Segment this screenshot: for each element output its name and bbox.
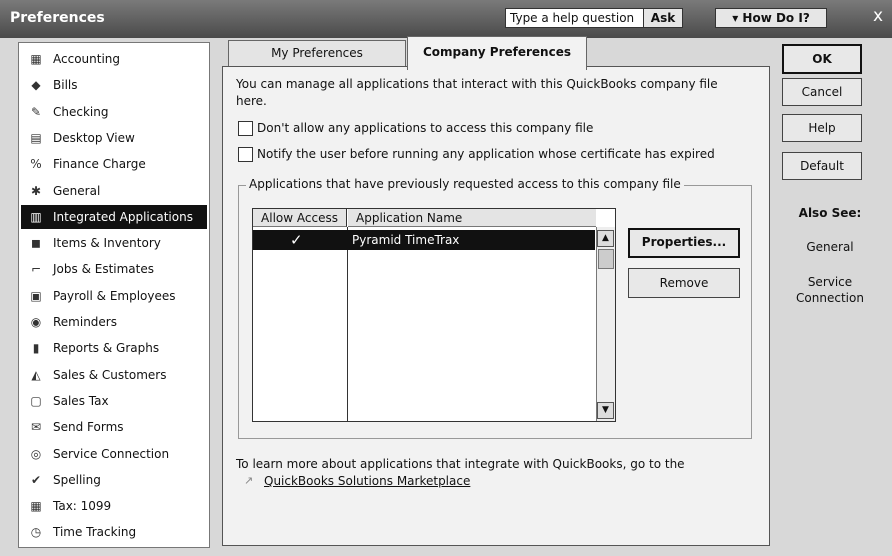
tab-company-preferences[interactable]: Company Preferences: [407, 36, 587, 70]
sales-tax-icon: ▢: [30, 393, 42, 408]
integrated-applications-icon: ▥: [30, 209, 42, 224]
intro-text-line2: here.: [236, 94, 267, 108]
sidebar-item-label: Tax: 1099: [53, 499, 112, 514]
sidebar-item-checking[interactable]: ✎ Checking: [21, 100, 207, 124]
column-header-allow-access[interactable]: Allow Access: [253, 209, 347, 227]
scroll-up-icon[interactable]: ▲: [597, 230, 614, 247]
sidebar-item-label: Checking: [53, 104, 109, 119]
sidebar-item-tax-1099[interactable]: ▦ Tax: 1099: [21, 494, 207, 518]
intro-text-line1: You can manage all applications that int…: [236, 77, 718, 91]
finance-charge-icon: %: [30, 157, 42, 172]
column-divider: [347, 227, 348, 421]
sidebar-item-label: Desktop View: [53, 130, 135, 145]
jobs-estimates-icon: ⌐: [30, 262, 42, 277]
column-header-application-name[interactable]: Application Name: [348, 209, 596, 227]
sidebar-item-finance-charge[interactable]: % Finance Charge: [21, 152, 207, 176]
tax-1099-icon: ▦: [30, 499, 42, 514]
notify-checkbox[interactable]: [238, 147, 253, 162]
payroll-employees-icon: ▣: [30, 288, 42, 303]
items-inventory-icon: ◼: [31, 236, 41, 251]
sidebar-item-time-tracking[interactable]: ◷ Time Tracking: [21, 520, 207, 544]
application-name-cell: Pyramid TimeTrax: [352, 233, 460, 247]
sidebar-item-sales-customers[interactable]: ◭ Sales & Customers: [21, 363, 207, 387]
sidebar-item-label: Jobs & Estimates: [53, 262, 154, 277]
general-icon: ✱: [30, 183, 42, 198]
reports-graphs-icon: ▮: [32, 341, 40, 356]
sidebar-item-items-inventory[interactable]: ◼ Items & Inventory: [21, 231, 207, 255]
sidebar-item-label: Items & Inventory: [53, 236, 161, 251]
also-see-heading: Also See:: [798, 206, 862, 220]
sidebar-item-sales-tax[interactable]: ▢ Sales Tax: [21, 389, 207, 413]
scroll-thumb[interactable]: [598, 249, 614, 269]
marketplace-link[interactable]: QuickBooks Solutions Marketplace: [264, 474, 470, 488]
service-connection-icon: ◎: [30, 446, 42, 461]
sidebar-item-reminders[interactable]: ◉ Reminders: [21, 310, 207, 334]
sidebar-item-bills[interactable]: ◆ Bills: [21, 73, 207, 97]
sidebar-item-label: Bills: [53, 78, 78, 93]
sidebar-item-label: Send Forms: [53, 420, 124, 435]
sidebar-item-label: Reminders: [53, 315, 117, 329]
default-button[interactable]: Default: [782, 152, 862, 180]
spelling-icon: ✔: [30, 472, 42, 487]
sidebar-item-reports-graphs[interactable]: ▮ Reports & Graphs: [21, 336, 207, 360]
sidebar-item-label: Sales Tax: [53, 393, 109, 408]
how-do-i-button[interactable]: ▾ How Do I?: [715, 8, 827, 28]
sidebar-item-label: Sales & Customers: [53, 367, 167, 382]
accounting-icon: ▦: [30, 52, 42, 66]
sidebar-item-jobs-estimates[interactable]: ⌐ Jobs & Estimates: [21, 257, 207, 281]
also-see-service-connection-link[interactable]: Service Connection: [782, 274, 878, 306]
scroll-down-icon[interactable]: ▼: [597, 402, 614, 419]
sidebar-item-spelling[interactable]: ✔ Spelling: [21, 468, 207, 492]
sidebar-item-label: General: [53, 183, 101, 198]
sidebar-item-label: Reports & Graphs: [53, 341, 160, 356]
time-tracking-icon: ◷: [30, 525, 42, 540]
sidebar-item-desktop-view[interactable]: ▤ Desktop View: [21, 126, 207, 150]
sidebar-item-payroll-employees[interactable]: ▣ Payroll & Employees: [21, 284, 207, 308]
sidebar-item-general[interactable]: ✱ General: [21, 179, 207, 203]
reminders-icon: ◉: [30, 315, 42, 329]
sidebar-item-label: Payroll & Employees: [53, 288, 176, 303]
sidebar-item-label: Time Tracking: [53, 525, 137, 540]
close-icon[interactable]: x: [868, 6, 888, 28]
link-icon: ↗: [244, 474, 254, 487]
tab-my-preferences[interactable]: My Preferences: [228, 40, 406, 68]
ok-button[interactable]: OK: [782, 44, 862, 74]
no-access-checkbox[interactable]: [238, 121, 253, 136]
sidebar-item-label: Service Connection: [53, 446, 170, 461]
sidebar-item-label: Finance Charge: [53, 157, 146, 172]
desktop-view-icon: ▤: [30, 130, 42, 145]
help-search-input[interactable]: Type a help question: [505, 8, 645, 28]
properties-button[interactable]: Properties...: [628, 228, 740, 258]
how-do-i-label: How Do I?: [742, 11, 810, 25]
sidebar-item-accounting[interactable]: ▦ Accounting: [21, 47, 207, 71]
preferences-sidebar: ▦ Accounting ◆ Bills ✎ Checking ▤ Desktop View%…: [18, 42, 210, 548]
remove-button[interactable]: Remove: [628, 268, 740, 298]
also-see-general-link[interactable]: General: [782, 240, 878, 254]
sidebar-item-label: Accounting: [53, 52, 121, 66]
cancel-button[interactable]: Cancel: [782, 78, 862, 106]
help-button[interactable]: Help: [782, 114, 862, 142]
sidebar-item-service-connection[interactable]: ◎ Service Connection: [21, 442, 207, 466]
notify-label: Notify the user before running any appli…: [257, 147, 715, 161]
footer-text: To learn more about applications that in…: [236, 457, 685, 471]
sidebar-item-integrated-applications[interactable]: ▥ Integrated Applications: [21, 204, 207, 229]
checking-icon: ✎: [30, 104, 42, 119]
no-access-label: Don't allow any applications to access t…: [257, 121, 594, 135]
bills-icon: ◆: [31, 78, 41, 93]
groupbox-title: Applications that have previously reques…: [246, 177, 684, 191]
sidebar-item-label: Spelling: [53, 472, 101, 487]
dropdown-arrow-icon: ▾: [732, 11, 743, 25]
send-forms-icon: ✉: [30, 420, 42, 435]
ask-button[interactable]: Ask: [643, 8, 683, 28]
window-title: Preferences: [10, 10, 105, 26]
sales-customers-icon: ◭: [31, 367, 41, 382]
sidebar-item-send-forms[interactable]: ✉ Send Forms: [21, 415, 207, 439]
sidebar-item-label: Integrated Applications: [53, 209, 193, 224]
allow-access-check-icon[interactable]: ✓: [290, 231, 303, 249]
